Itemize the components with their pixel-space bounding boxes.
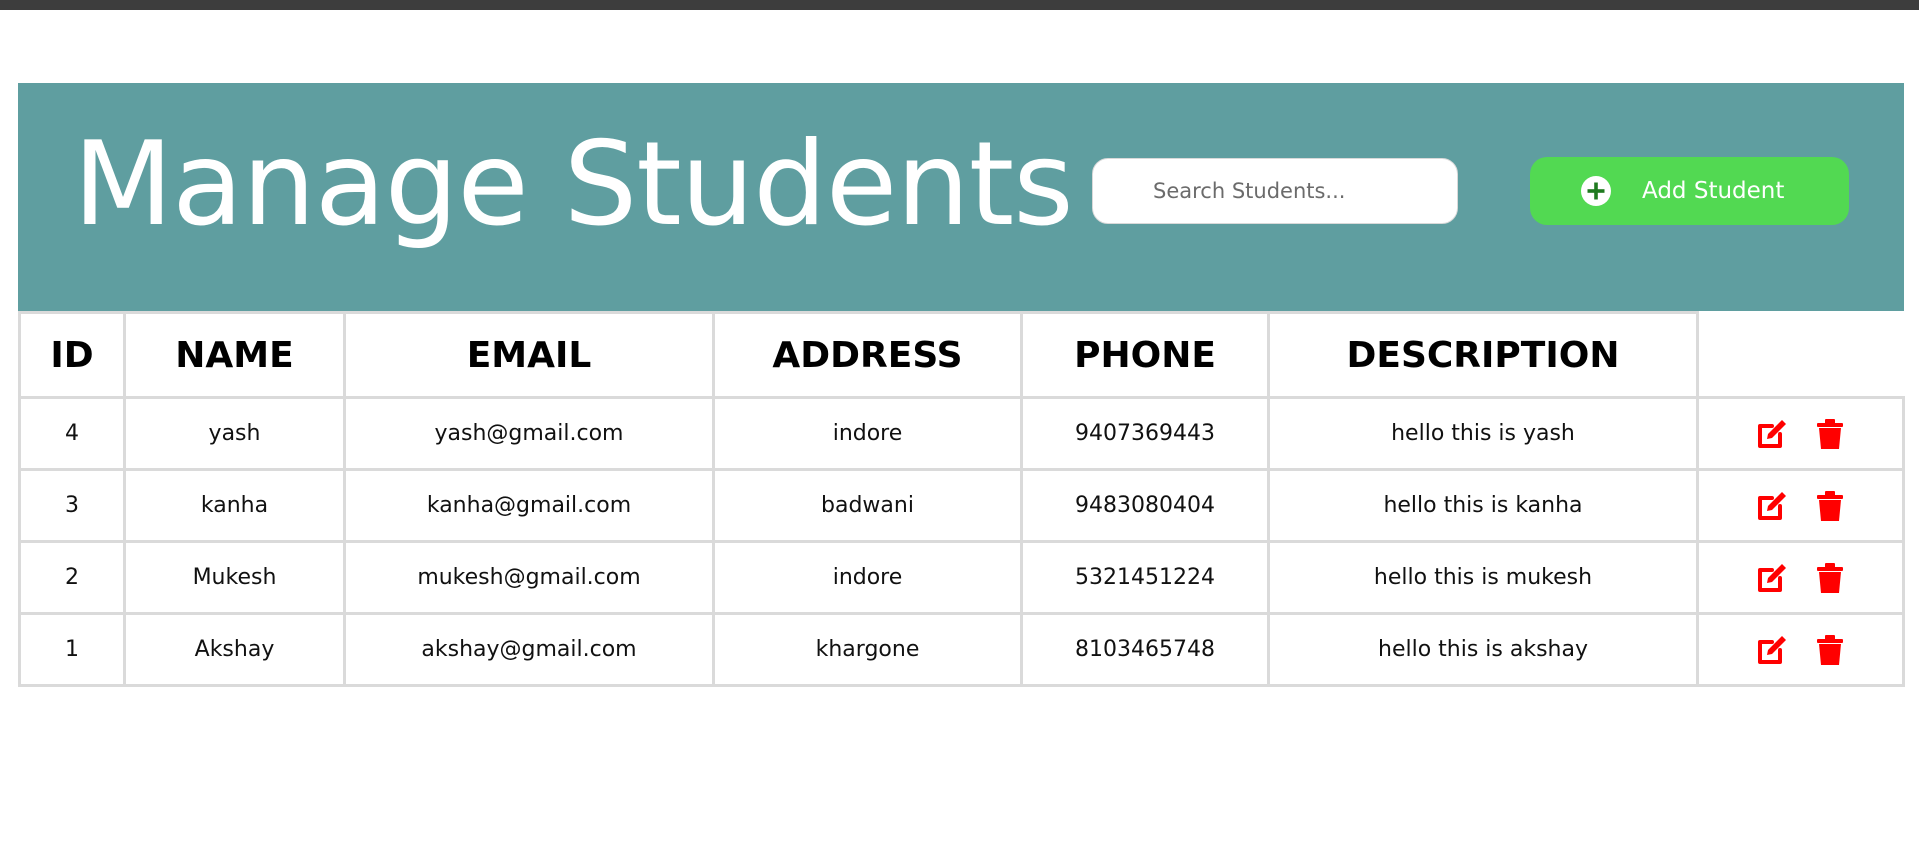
cell-name: kanha [123, 468, 346, 543]
trash-icon[interactable] [1813, 417, 1847, 451]
table-row: 3 kanha kanha@gmail.com badwani 94830804… [18, 468, 1905, 543]
cell-actions [1696, 468, 1905, 543]
column-header-phone: PHONE [1020, 311, 1270, 399]
column-header-id: ID [18, 311, 126, 399]
trash-icon[interactable] [1813, 489, 1847, 523]
edit-icon[interactable] [1755, 417, 1789, 451]
cell-id: 2 [18, 540, 126, 615]
add-student-label: Add Student [1642, 178, 1785, 204]
table-row: 2 Mukesh mukesh@gmail.com indore 5321451… [18, 540, 1905, 615]
table-header-row: ID NAME EMAIL ADDRESS PHONE DESCRIPTION [18, 311, 1904, 399]
cell-email: mukesh@gmail.com [343, 540, 715, 615]
cell-phone: 9407369443 [1020, 396, 1270, 471]
cell-actions [1696, 612, 1905, 687]
search-input[interactable] [1092, 158, 1458, 224]
top-bar [0, 0, 1919, 10]
cell-address: khargone [712, 612, 1023, 687]
column-header-name: NAME [123, 311, 346, 399]
page-header: Manage Students Add Student [18, 83, 1904, 311]
cell-name: yash [123, 396, 346, 471]
edit-icon[interactable] [1755, 633, 1789, 667]
cell-phone: 9483080404 [1020, 468, 1270, 543]
cell-description: hello this is yash [1267, 396, 1699, 471]
trash-icon[interactable] [1813, 561, 1847, 595]
cell-address: indore [712, 540, 1023, 615]
students-table: ID NAME EMAIL ADDRESS PHONE DESCRIPTION … [18, 311, 1905, 687]
column-header-email: EMAIL [343, 311, 715, 399]
cell-name: Akshay [123, 612, 346, 687]
edit-icon[interactable] [1755, 561, 1789, 595]
cell-id: 4 [18, 396, 126, 471]
cell-email: kanha@gmail.com [343, 468, 715, 543]
cell-phone: 8103465748 [1020, 612, 1270, 687]
cell-description: hello this is mukesh [1267, 540, 1699, 615]
cell-address: badwani [712, 468, 1023, 543]
table-row: 1 Akshay akshay@gmail.com khargone 81034… [18, 612, 1905, 687]
table-row: 4 yash yash@gmail.com indore 9407369443 … [18, 396, 1905, 471]
column-header-description: DESCRIPTION [1267, 311, 1699, 399]
column-header-actions [1696, 312, 1904, 399]
add-student-button[interactable]: Add Student [1530, 157, 1849, 225]
trash-icon[interactable] [1813, 633, 1847, 667]
cell-description: hello this is akshay [1267, 612, 1699, 687]
cell-actions [1696, 540, 1905, 615]
edit-icon[interactable] [1755, 489, 1789, 523]
cell-actions [1696, 396, 1905, 471]
page-title: Manage Students [73, 117, 1074, 252]
cell-phone: 5321451224 [1020, 540, 1270, 615]
cell-address: indore [712, 396, 1023, 471]
cell-email: akshay@gmail.com [343, 612, 715, 687]
cell-name: Mukesh [123, 540, 346, 615]
plus-circle-icon [1581, 176, 1611, 206]
cell-email: yash@gmail.com [343, 396, 715, 471]
cell-id: 3 [18, 468, 126, 543]
cell-id: 1 [18, 612, 126, 687]
cell-description: hello this is kanha [1267, 468, 1699, 543]
column-header-address: ADDRESS [712, 311, 1023, 399]
